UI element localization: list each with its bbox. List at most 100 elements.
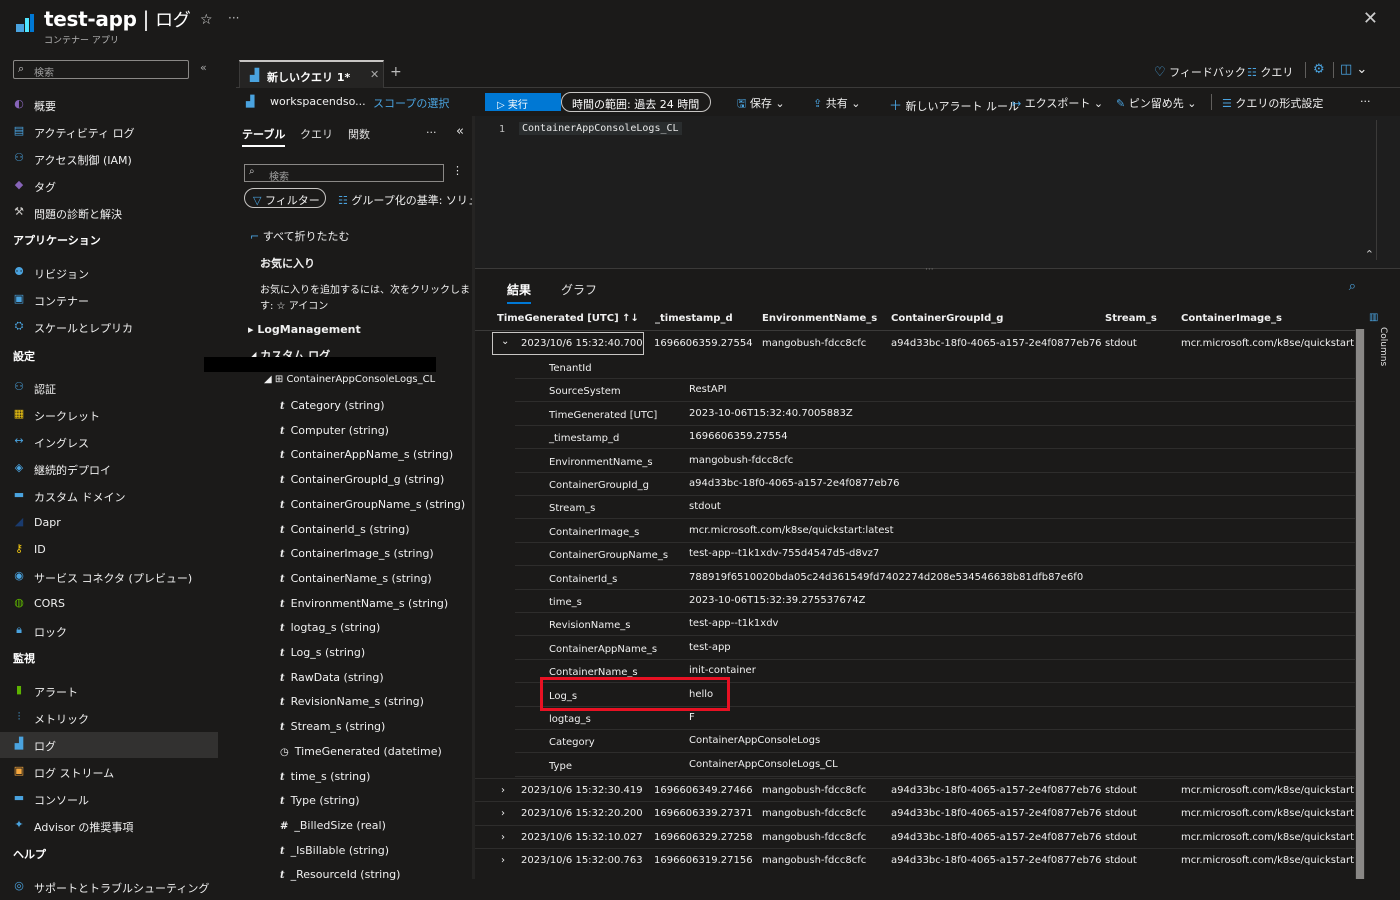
save-button[interactable]: 🖫︎ 保存 ⌄: [737, 95, 785, 114]
sidebar-item-container[interactable]: ▣ コンテナー: [0, 287, 218, 313]
tab-functions[interactable]: 関数: [348, 126, 370, 142]
detail-value[interactable]: 2023-10-06T15:32:39.275537674Z: [689, 595, 865, 606]
column-header-containergroupid[interactable]: ContainerGroupId_g: [891, 313, 1003, 324]
detail-value[interactable]: test-app--t1k1xdv: [689, 618, 778, 629]
query-editor[interactable]: 1 ContainerAppConsoleLogs_CL ⌃: [475, 116, 1400, 268]
sidebar-item-secret[interactable]: ▦ シークレット: [0, 402, 218, 428]
schema-column-item[interactable]: t ContainerName_s (string): [280, 572, 432, 585]
detail-value[interactable]: 1696606359.27554: [689, 431, 788, 442]
results-scrollbar[interactable]: [1355, 329, 1365, 879]
layout-toggle-icon[interactable]: ◫ ⌄: [1340, 62, 1367, 77]
close-icon[interactable]: ✕: [1363, 8, 1378, 29]
detail-value[interactable]: ContainerAppConsoleLogs: [689, 735, 820, 746]
sidebar-item-deploy[interactable]: ◈ 継続的デプロイ: [0, 456, 218, 482]
sidebar-item-identity[interactable]: ⚷ ID: [0, 537, 218, 563]
schema-column-item[interactable]: t Category (string): [280, 399, 385, 412]
new-tab-button[interactable]: +: [390, 64, 402, 80]
schema-column-item[interactable]: t logtag_s (string): [280, 621, 380, 634]
sidebar-item-tag[interactable]: ◆ タグ: [0, 173, 218, 199]
tab-queries[interactable]: クエリ: [300, 126, 333, 142]
chevron-down-icon[interactable]: ⌄: [501, 336, 509, 347]
select-scope-link[interactable]: スコープの選択: [373, 95, 449, 111]
format-query-button[interactable]: ☰ クエリの形式設定: [1222, 95, 1323, 111]
schema-more-icon[interactable]: ···: [426, 126, 437, 139]
schema-column-item[interactable]: t ContainerGroupId_g (string): [280, 473, 444, 486]
tab-results[interactable]: 結果: [507, 281, 532, 304]
detail-value[interactable]: init-container: [689, 665, 756, 676]
queries-button[interactable]: ☷ クエリ: [1247, 64, 1293, 80]
sidebar-item-advisor[interactable]: ✦ Advisor の推奨事項: [0, 813, 218, 839]
run-button[interactable]: ▷ 実行: [485, 93, 561, 111]
sidebar-item-auth[interactable]: ⚇ 認証: [0, 375, 218, 401]
query-text[interactable]: ContainerAppConsoleLogs_CL: [519, 122, 682, 135]
chevron-right-icon[interactable]: ›: [501, 808, 505, 819]
detail-value[interactable]: test-app--t1k1xdv-755d4547d5-d8vz7: [689, 548, 879, 559]
schema-column-item[interactable]: t Log_s (string): [280, 646, 365, 659]
schema-column-item[interactable]: t time_s (string): [280, 770, 370, 783]
sidebar-item-connector[interactable]: ◉ サービス コネクタ (プレビュー): [0, 564, 218, 590]
tree-log-management[interactable]: ▸ LogManagement: [248, 323, 361, 336]
schema-column-item[interactable]: t RawData (string): [280, 671, 384, 684]
scrollbar-thumb[interactable]: [1356, 329, 1364, 879]
feedback-button[interactable]: ♡ フィードバック: [1154, 64, 1246, 80]
column-header-timegenerated[interactable]: TimeGenerated [UTC] ↑↓: [497, 313, 639, 324]
schema-column-item[interactable]: t Computer (string): [280, 424, 389, 437]
sidebar-item-domain[interactable]: ▬ カスタム ドメイン: [0, 483, 218, 509]
editor-scrollbar[interactable]: [1376, 120, 1386, 260]
schema-column-item[interactable]: ◷ TimeGenerated (datetime): [280, 745, 442, 758]
settings-gear-icon[interactable]: ⚙: [1313, 62, 1325, 77]
sidebar-item-revision[interactable]: ⚉ リビジョン: [0, 260, 218, 286]
detail-value[interactable]: stdout: [689, 501, 721, 512]
filter-button[interactable]: ▽ フィルター: [244, 188, 326, 208]
sidebar-item-dapr[interactable]: ◢ Dapr: [0, 510, 218, 536]
detail-value[interactable]: F: [689, 712, 695, 723]
schema-column-item[interactable]: t _ResourceId (string): [280, 868, 400, 881]
search-results-icon[interactable]: ⌕: [1349, 279, 1356, 294]
sidebar-search-input[interactable]: ⌕ 検索: [13, 60, 189, 79]
sidebar-item-console[interactable]: ▬ コンソール: [0, 786, 218, 812]
detail-value[interactable]: test-app: [689, 642, 731, 653]
schema-column-item[interactable]: t Stream_s (string): [280, 720, 385, 733]
more-options-icon[interactable]: ···: [228, 11, 239, 25]
schema-column-item[interactable]: t ContainerGroupName_s (string): [280, 498, 465, 511]
detail-value[interactable]: ContainerAppConsoleLogs_CL: [689, 759, 838, 770]
tab-tables[interactable]: テーブル: [242, 126, 286, 147]
sidebar-item-wrench[interactable]: ⚒ 問題の診断と解決: [0, 200, 218, 226]
table-row[interactable]: › 2023/10/6 15:32:10.027 1696606329.27258 m…: [475, 824, 1357, 848]
table-row[interactable]: › 2023/10/6 15:32:20.200 1696606339.27371 m…: [475, 801, 1357, 824]
sidebar-item-iam[interactable]: ⚇ アクセス制御 (IAM): [0, 146, 218, 172]
schema-column-item[interactable]: t EnvironmentName_s (string): [280, 597, 448, 610]
schema-column-item[interactable]: t Type (string): [280, 794, 360, 807]
column-header-timestamp[interactable]: _timestamp_d: [655, 313, 733, 324]
schema-column-item[interactable]: t ContainerImage_s (string): [280, 547, 434, 560]
sidebar-item-activity-log[interactable]: ▤ アクティビティ ログ: [0, 119, 218, 145]
schema-search-input[interactable]: ⌕ 検索: [244, 164, 444, 183]
sidebar-item-cors[interactable]: ◍ CORS: [0, 591, 218, 617]
sidebar-item-log-stream[interactable]: ▣ ログ ストリーム: [0, 759, 218, 785]
favorite-star-icon[interactable]: ☆: [200, 12, 213, 28]
detail-value[interactable]: 788919f6510020bda05c24d361549fd7402274d2…: [689, 572, 1083, 583]
table-row[interactable]: › 2023/10/6 15:32:00.763 1696606319.27156 m…: [475, 848, 1357, 871]
export-button[interactable]: ↦ エクスポート ⌄: [1012, 95, 1103, 111]
table-row[interactable]: › 2023/10/6 15:32:30.419 1696606349.27466 m…: [475, 778, 1357, 801]
table-row-expanded[interactable]: ⌄ 2023/10/6 15:32:40.700 1696606359.2755…: [475, 332, 1357, 355]
close-tab-icon[interactable]: ✕: [370, 68, 379, 81]
detail-value[interactable]: a94d33bc-18f0-4065-a157-2e4f0877eb76: [689, 478, 900, 489]
tab-chart[interactable]: グラフ: [561, 281, 597, 298]
collapse-schema-icon[interactable]: «: [456, 124, 464, 139]
chevron-right-icon[interactable]: ›: [501, 832, 505, 843]
schema-options-icon[interactable]: ⋮: [452, 164, 463, 177]
schema-column-item[interactable]: t _IsBillable (string): [280, 844, 389, 857]
schema-column-item[interactable]: t RevisionName_s (string): [280, 695, 424, 708]
detail-value[interactable]: RestAPI: [689, 384, 727, 395]
schema-column-item[interactable]: # _BilledSize (real): [280, 819, 386, 832]
schema-column-item[interactable]: t ContainerId_s (string): [280, 523, 410, 536]
chevron-up-icon[interactable]: ⌃: [1365, 248, 1374, 261]
tree-table-container-app-console-logs[interactable]: ◢ ⊞ ContainerAppConsoleLogs_CL: [264, 374, 435, 385]
sidebar-item-support[interactable]: ◎ サポートとトラブルシューティング: [0, 874, 218, 900]
detail-value[interactable]: mcr.microsoft.com/k8se/quickstart:latest: [689, 525, 894, 536]
sidebar-item-alert[interactable]: ▮ アラート: [0, 678, 218, 704]
sidebar-item-scale[interactable]: ⛭ スケールとレプリカ: [0, 314, 218, 340]
column-header-containerimage[interactable]: ContainerImage_s: [1181, 313, 1282, 324]
sidebar-item-lock[interactable]: 🔒︎ ロック: [0, 618, 218, 644]
